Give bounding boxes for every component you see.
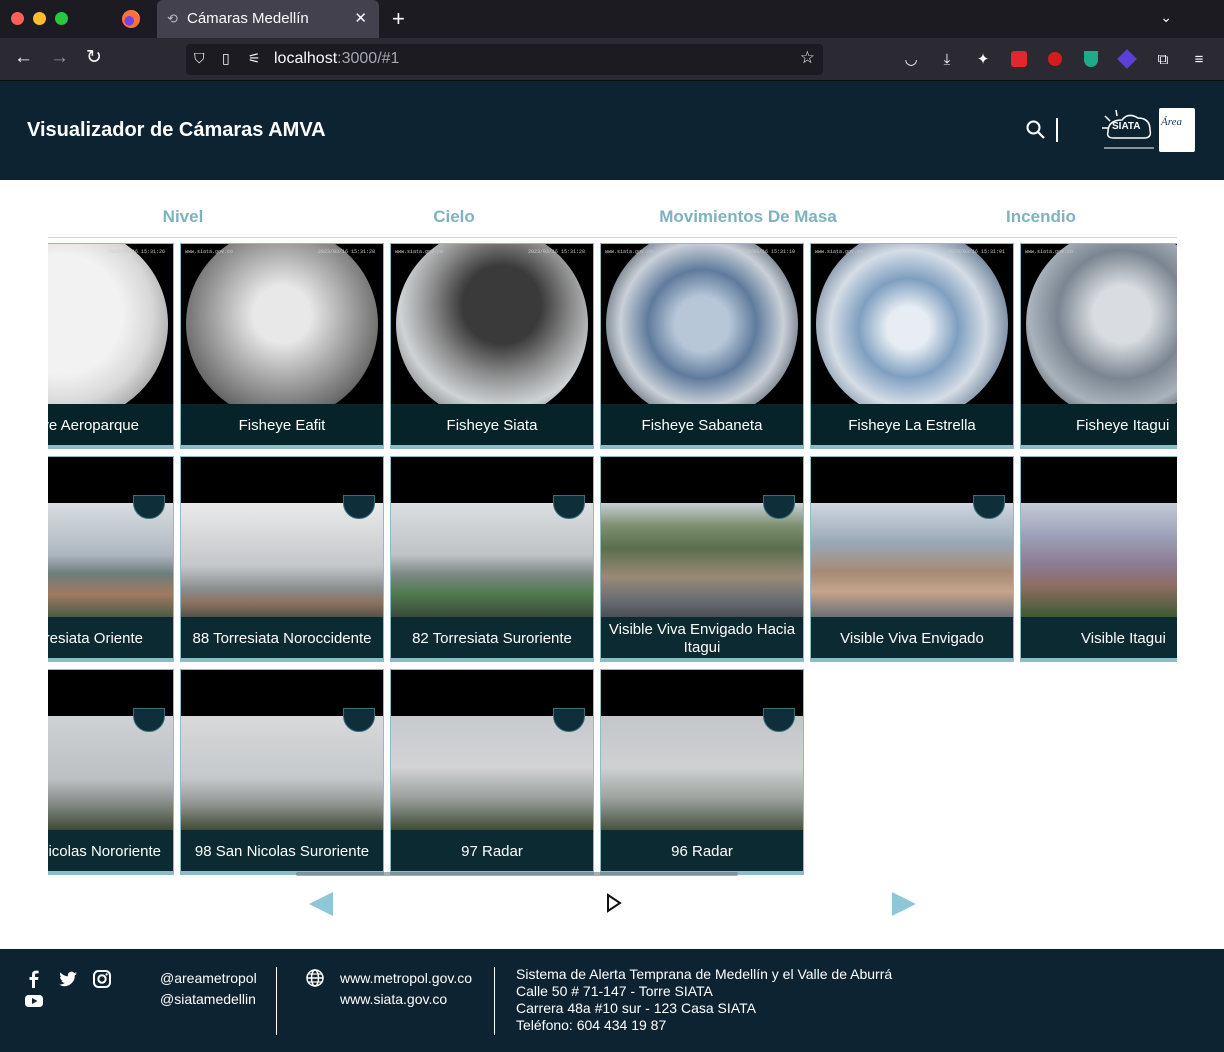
play-icon[interactable] [606, 893, 622, 913]
forward-arrow-icon[interactable]: → [50, 47, 69, 69]
browser-tab-bar: ⟲ Cámaras Medellín ✕ + ⌄ [0, 0, 1224, 38]
instagram-icon[interactable] [92, 969, 112, 989]
camera-name: 93 Torresiata Oriente [48, 617, 173, 661]
download-icon[interactable]: ⤓ [936, 48, 958, 70]
social-handles: @areametropol @siatamedellin [160, 968, 257, 1010]
camera-name: Visible Itagui [1021, 617, 1177, 661]
camera-grid: 2023/03/16 15:31:26 Fisheye Aeroparque w… [48, 243, 1177, 879]
handle-areametropol[interactable]: @areametropol [160, 968, 257, 989]
extensions-puzzle-icon[interactable]: ⧉ [1152, 48, 1174, 70]
camera-card[interactable]: 93 Torresiata Oriente [48, 456, 174, 662]
tab-nivel[interactable]: Nivel [163, 207, 204, 227]
footer: @areametropol @siatamedellin www.metropo… [0, 949, 1224, 1052]
camera-card[interactable]: www.siata.gov.co20 Fisheye Itagui [1020, 243, 1177, 449]
header-divider [1056, 118, 1058, 142]
address-line: Calle 50 # 71-147 - Torre SIATA [516, 983, 713, 999]
camera-card[interactable]: www.siata.gov.co 2023/03/16 15:31:28 Fish… [180, 243, 384, 449]
camera-name: Fisheye Eafit [181, 404, 383, 448]
menu-hamburger-icon[interactable]: ≡ [1188, 48, 1210, 70]
camera-card[interactable]: Visible Viva Envigado Hacia Itagui [600, 456, 804, 662]
shield-icon[interactable]: ⛉ [194, 50, 205, 67]
back-arrow-icon[interactable]: ← [14, 47, 33, 69]
browser-tab[interactable]: ⟲ Cámaras Medellín ✕ [157, 0, 379, 38]
camera-name: Fisheye La Estrella [811, 404, 1013, 448]
camera-card[interactable]: www.siata.gov.co 2023/03/16 15:31:01 Fish… [810, 243, 1014, 449]
tab-close-icon[interactable]: ✕ [354, 9, 367, 27]
camera-name: Visible Viva Envigado Hacia Itagui [601, 617, 803, 661]
new-tab-button[interactable]: + [392, 6, 405, 32]
link-siata[interactable]: www.siata.gov.co [340, 989, 472, 1010]
app-header: Visualizador de Cámaras AMVA SIATA Área [0, 81, 1224, 180]
twitter-icon[interactable] [58, 969, 78, 989]
address-bar[interactable]: ⛉ ▯ ⚟ localhost:3000/#1 ☆ [186, 44, 823, 75]
camera-name: 96 Radar [601, 830, 803, 874]
camera-name: 88 Torresiata Noroccidente [181, 617, 383, 661]
footer-divider [276, 967, 277, 1035]
tab-incendio[interactable]: Incendio [1006, 207, 1076, 227]
contact-address: Sistema de Alerta Temprana de Medellín y… [516, 966, 892, 1034]
camera-name: Visible Viva Envigado [811, 617, 1013, 661]
tab-title: Cámaras Medellín [187, 10, 309, 27]
camera-name: 99 San Nicolas Nororiente [48, 830, 173, 874]
extension-gem-icon[interactable] [1116, 48, 1138, 70]
address-line: Sistema de Alerta Temprana de Medellín y… [516, 966, 893, 982]
camera-card[interactable]: 96 Radar [600, 669, 804, 875]
globe-icon [306, 969, 324, 987]
url-text[interactable]: localhost:3000/#1 [274, 50, 399, 68]
reload-icon[interactable]: ↻ [86, 47, 102, 69]
camera-card[interactable]: www.siata.gov.co 2023/03/16 15:31:28 Fish… [390, 243, 594, 449]
camera-name: 98 San Nicolas Suroriente [181, 830, 383, 874]
tab-movimientos-de-masa[interactable]: Movimientos De Masa [659, 207, 837, 227]
camera-card[interactable]: 98 San Nicolas Suroriente [180, 669, 384, 875]
category-tabs: Nivel Cielo Movimientos De Masa Incendio [48, 196, 1177, 238]
extension-paw-icon[interactable]: ✦ [972, 48, 994, 70]
browser-nav-bar: ← → ↻ ⛉ ▯ ⚟ localhost:3000/#1 ☆ ◡ ⤓ ✦ ⧉ … [0, 38, 1224, 81]
facebook-icon[interactable] [24, 969, 44, 989]
camera-name: Fisheye Siata [391, 404, 593, 448]
camera-name: Fisheye Sabaneta [601, 404, 803, 448]
app-title: Visualizador de Cámaras AMVA [27, 119, 326, 141]
camera-card[interactable]: 82 Torresiata Suroriente [390, 456, 594, 662]
footer-divider [494, 967, 495, 1035]
camera-card[interactable]: www.siata.gov.co 2023/03/16 15:31:10 Fish… [600, 243, 804, 449]
address-line: Carrera 48a #10 sur - 123 Casa SIATA [516, 1000, 756, 1016]
phone-line: Teléfono: 604 434 19 87 [516, 1017, 667, 1033]
window-close-button[interactable] [11, 12, 24, 25]
extension-lock-icon[interactable] [1044, 48, 1066, 70]
window-minimize-button[interactable] [33, 12, 46, 25]
camera-card[interactable]: 97 Radar [390, 669, 594, 875]
siata-logo: SIATA [1100, 108, 1156, 152]
camera-card[interactable]: 88 Torresiata Noroccidente [180, 456, 384, 662]
next-page-arrow-icon[interactable] [892, 892, 916, 916]
camera-card[interactable]: 2023/03/16 15:31:26 Fisheye Aeroparque [48, 243, 174, 449]
extension-shield-icon[interactable] [1080, 48, 1102, 70]
camera-name: Fisheye Itagui [1021, 404, 1177, 448]
camera-name: 97 Radar [391, 830, 593, 874]
camera-name: Fisheye Aeroparque [48, 404, 173, 448]
camera-card[interactable]: Visible Itagui [1020, 456, 1177, 662]
social-links [24, 969, 124, 1013]
youtube-icon[interactable] [24, 991, 44, 1011]
horizontal-scrollbar[interactable] [296, 872, 738, 876]
bookmark-star-icon[interactable]: ☆ [800, 48, 815, 68]
window-maximize-button[interactable] [55, 12, 68, 25]
camera-card[interactable]: Visible Viva Envigado [810, 456, 1014, 662]
handle-siatamedellin[interactable]: @siatamedellin [160, 989, 257, 1010]
pocket-icon[interactable]: ◡ [900, 48, 922, 70]
firefox-icon[interactable] [122, 10, 140, 28]
area-metropolitana-logo: Área [1159, 108, 1195, 152]
search-icon[interactable] [1025, 119, 1047, 141]
camera-name: 82 Torresiata Suroriente [391, 617, 593, 661]
extension-red-icon[interactable] [1008, 48, 1030, 70]
website-links: www.metropol.gov.co www.siata.gov.co [340, 968, 472, 1010]
camera-card[interactable]: 99 San Nicolas Nororiente [48, 669, 174, 875]
previous-page-arrow-icon[interactable] [309, 892, 333, 916]
tab-cielo[interactable]: Cielo [433, 207, 475, 227]
loading-icon: ⟲ [167, 11, 178, 26]
link-metropol[interactable]: www.metropol.gov.co [340, 968, 472, 989]
page-icon[interactable]: ▯ [222, 50, 230, 67]
tab-list-chevron-icon[interactable]: ⌄ [1160, 9, 1172, 26]
permissions-icon[interactable]: ⚟ [248, 50, 261, 67]
